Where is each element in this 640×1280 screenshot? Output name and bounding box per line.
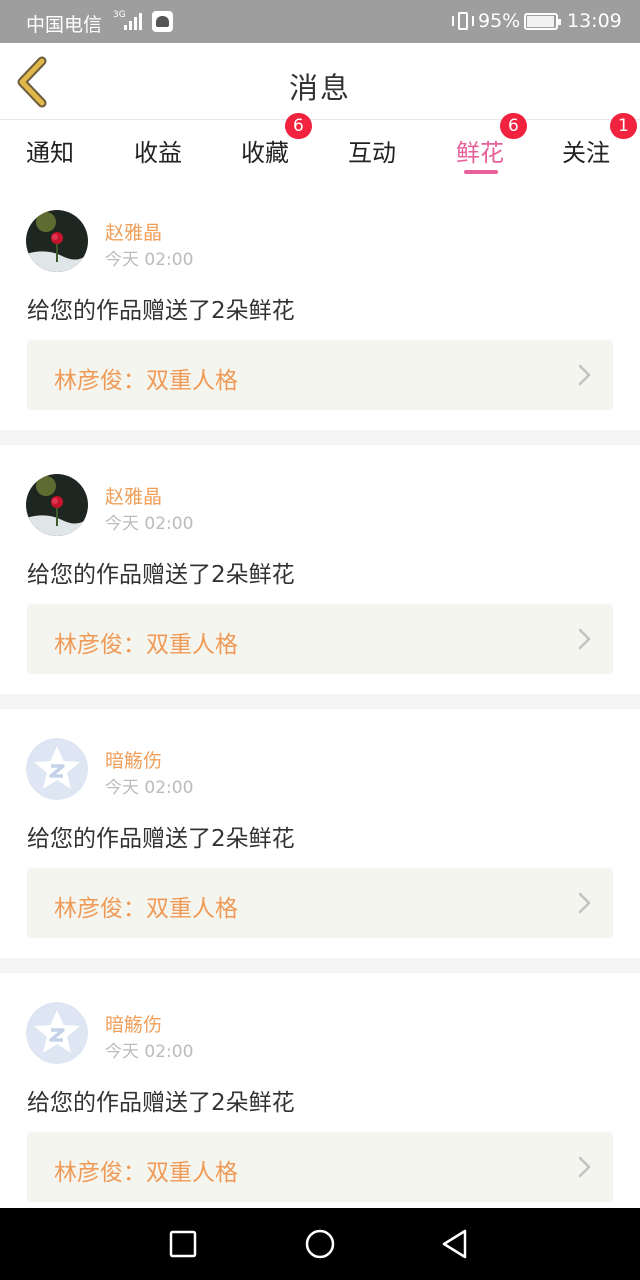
work-title: 林彦俊：双重人格: [54, 896, 238, 922]
tab-notice[interactable]: 通知: [26, 133, 74, 168]
message-time: 今天 02:00: [105, 778, 194, 798]
list-item[interactable]: 暗觞伤 今天 02:00 给您的作品赠送了2朵鲜花 林彦俊：双重人格: [0, 709, 640, 959]
message-text: 给您的作品赠送了2朵鲜花: [27, 298, 295, 324]
tab-label: 关注: [562, 139, 610, 167]
app-notification-icon: [152, 11, 173, 32]
chevron-right-icon: [578, 364, 591, 386]
tab-label: 通知: [26, 139, 74, 167]
list-item[interactable]: 赵雅晶 今天 02:00 给您的作品赠送了2朵鲜花 林彦俊：双重人格: [0, 181, 640, 431]
rose-avatar-icon: [26, 474, 88, 536]
avatar[interactable]: [26, 210, 88, 272]
work-title: 林彦俊：双重人格: [54, 632, 238, 658]
circle-icon[interactable]: [300, 1224, 340, 1264]
sender-name[interactable]: 暗觞伤: [105, 1010, 162, 1037]
list-item[interactable]: 暗觞伤 今天 02:00 给您的作品赠送了2朵鲜花 林彦俊：双重人格: [0, 973, 640, 1223]
carrier-label: 中国电信: [26, 14, 103, 36]
default-avatar-icon: [26, 738, 88, 800]
list-item[interactable]: 赵雅晶 今天 02:00 给您的作品赠送了2朵鲜花 林彦俊：双重人格: [0, 445, 640, 695]
chevron-right-icon: [578, 628, 591, 650]
message-text: 给您的作品赠送了2朵鲜花: [27, 562, 295, 588]
tab-label: 鲜花: [456, 139, 504, 167]
message-text: 给您的作品赠送了2朵鲜花: [27, 826, 295, 852]
tab-flowers[interactable]: 鲜花: [456, 133, 504, 168]
tab-label: 收藏: [241, 139, 289, 167]
sender-name[interactable]: 赵雅晶: [105, 482, 162, 509]
work-title: 林彦俊：双重人格: [54, 1160, 238, 1186]
rose-avatar-icon: [26, 210, 88, 272]
message-text: 给您的作品赠送了2朵鲜花: [27, 1090, 295, 1116]
tab-label: 互动: [348, 139, 396, 167]
message-time: 今天 02:00: [105, 250, 194, 270]
vibrate-icon: [452, 11, 474, 31]
work-title: 林彦俊：双重人格: [54, 368, 238, 394]
status-bar: 中国电信 3G 95% 13:09: [0, 0, 640, 43]
system-nav-bar: [0, 1208, 640, 1280]
battery-percent: 95%: [478, 10, 521, 32]
avatar[interactable]: [26, 738, 88, 800]
badge-flowers: 6: [500, 113, 527, 139]
chevron-right-icon: [578, 892, 591, 914]
work-link[interactable]: 林彦俊：双重人格: [27, 868, 613, 938]
badge-favorites: 6: [285, 113, 312, 139]
page-title: 消息: [288, 71, 351, 105]
signal-icon: [124, 12, 146, 30]
work-link[interactable]: 林彦俊：双重人格: [27, 604, 613, 674]
header: 消息: [0, 43, 640, 120]
chevron-right-icon: [578, 1156, 591, 1178]
tab-interaction[interactable]: 互动: [348, 133, 396, 168]
work-link[interactable]: 林彦俊：双重人格: [27, 340, 613, 410]
active-tab-indicator: [464, 170, 498, 174]
sender-name[interactable]: 暗觞伤: [105, 746, 162, 773]
tab-favorites[interactable]: 收藏: [241, 133, 289, 168]
tab-bar: 通知 收益 收藏 6 互动 鲜花 6 关注 1: [0, 113, 640, 181]
tab-income[interactable]: 收益: [134, 133, 182, 168]
default-avatar-icon: [26, 1002, 88, 1064]
sender-name[interactable]: 赵雅晶: [105, 218, 162, 245]
work-link[interactable]: 林彦俊：双重人格: [27, 1132, 613, 1202]
battery-icon: [524, 13, 561, 30]
avatar[interactable]: [26, 1002, 88, 1064]
tab-label: 收益: [134, 139, 182, 167]
badge-follow: 1: [610, 113, 637, 139]
square-icon[interactable]: [163, 1224, 203, 1264]
tab-follow[interactable]: 关注: [562, 133, 610, 168]
message-time: 今天 02:00: [105, 514, 194, 534]
avatar[interactable]: [26, 474, 88, 536]
triangle-back-icon[interactable]: [436, 1224, 476, 1264]
message-time: 今天 02:00: [105, 1042, 194, 1062]
clock: 13:09: [567, 10, 622, 32]
